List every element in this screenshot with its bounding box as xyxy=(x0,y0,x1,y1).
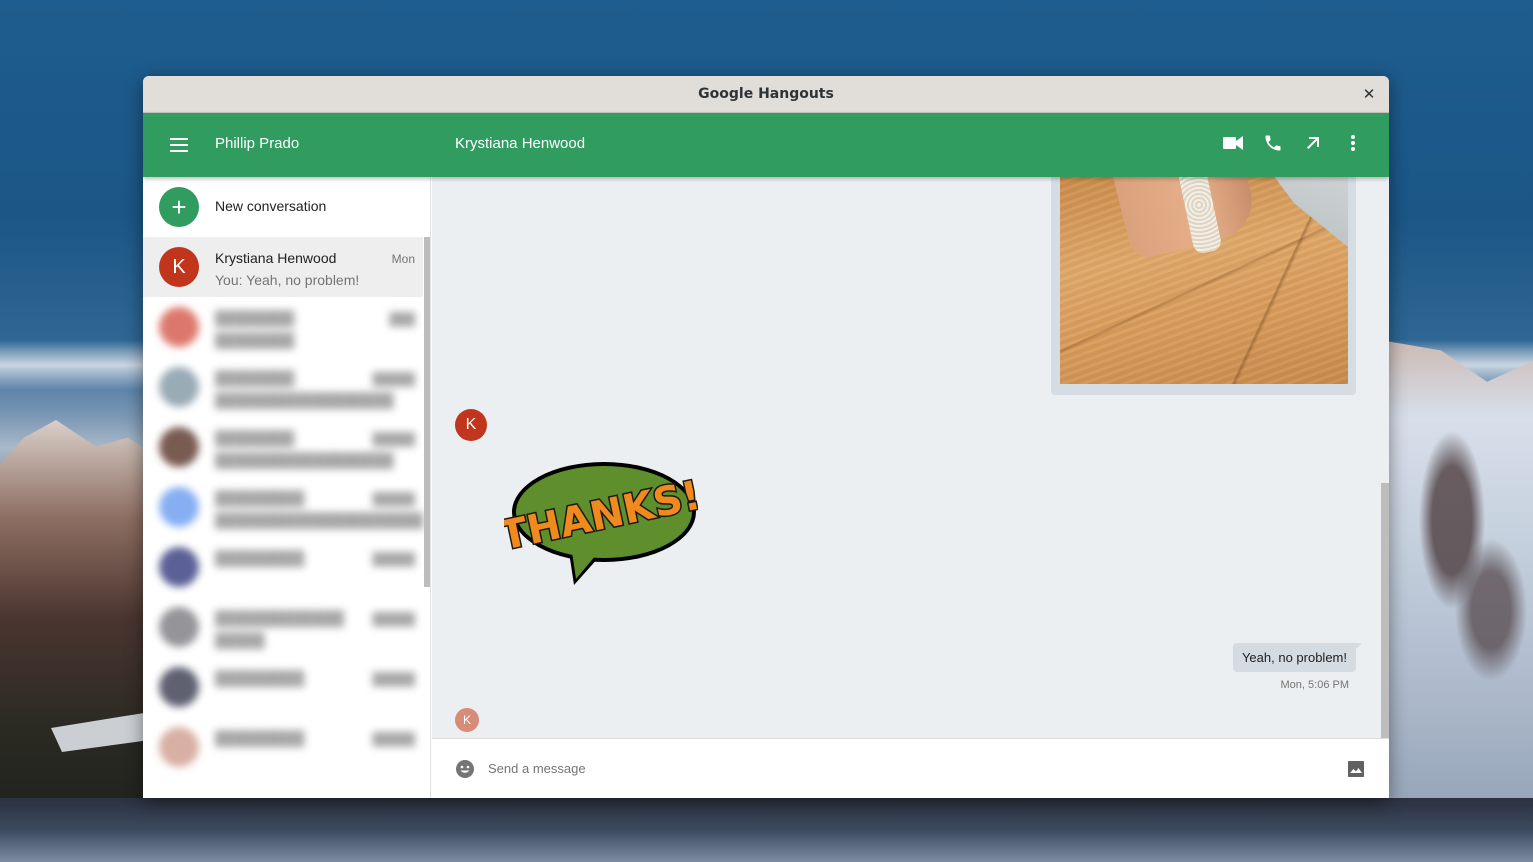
conversation-avatar xyxy=(159,367,199,407)
conversation-item[interactable]: ████████ █████ ██████████████████ xyxy=(143,357,423,417)
conversation-item[interactable]: █████████ █████ █████████████████████ xyxy=(143,477,423,537)
conversation-item[interactable]: █████████ █████ xyxy=(143,537,423,597)
app-bar: Phillip Prado Krystiana Henwood xyxy=(143,113,1389,177)
conversation-actions xyxy=(1221,131,1365,155)
conversation-time: ███ xyxy=(389,312,415,326)
conversation-item[interactable]: █████████████ █████ █████ xyxy=(143,597,423,657)
wallpaper-rocks xyxy=(1400,430,1530,730)
conversation-item[interactable]: ████████ ███ ████████ xyxy=(143,297,423,357)
conversation-preview: ██████████████████ xyxy=(215,392,394,408)
conversation-name: Krystiana Henwood xyxy=(215,250,337,266)
hamburger-menu-icon[interactable] xyxy=(167,133,191,157)
conversation-time: █████ xyxy=(372,732,415,746)
thanks-sticker[interactable]: THANKS! xyxy=(504,457,698,587)
chat-area: K THANKS! Yeah, no problem! Mon, 5:06 PM… xyxy=(432,177,1389,738)
conversation-avatar xyxy=(159,667,199,707)
conversation-time: █████ xyxy=(372,492,415,506)
new-conversation-button[interactable]: + New conversation xyxy=(143,177,430,237)
conversation-time: █████ xyxy=(372,672,415,686)
arrow-up-right-icon[interactable] xyxy=(1301,131,1325,155)
conversation-preview: You: Yeah, no problem! xyxy=(215,272,360,288)
conversation-name: ████████ xyxy=(215,310,295,326)
plus-icon: + xyxy=(159,187,199,227)
current-user-name: Phillip Prado xyxy=(215,135,300,152)
conversation-name: █████████ xyxy=(215,730,305,746)
message-composer xyxy=(432,738,1389,798)
conversation-sidebar: + New conversation K Krystiana Henwood Mon… xyxy=(143,177,431,798)
message-input[interactable] xyxy=(488,753,1308,783)
wallpaper-mountain-left xyxy=(0,420,160,862)
conversation-title: Krystiana Henwood xyxy=(455,135,586,152)
phone-icon[interactable] xyxy=(1261,131,1285,155)
conversation-preview: █████ xyxy=(215,632,265,648)
emoji-smile-icon[interactable] xyxy=(455,759,475,779)
conversation-avatar: K xyxy=(159,247,199,287)
conversation-item[interactable]: █████████ █████ xyxy=(143,717,423,777)
new-conversation-label: New conversation xyxy=(215,198,327,214)
conversation-preview: ████████ xyxy=(215,332,295,348)
conversation-name: ████████ xyxy=(215,370,295,386)
window-titlebar[interactable]: Google Hangouts ✕ xyxy=(143,76,1389,113)
message-timestamp: Mon, 5:06 PM xyxy=(1280,679,1349,691)
contact-avatar[interactable]: K xyxy=(455,409,487,441)
conversation-item[interactable]: ████████ █████ ██████████████████ xyxy=(143,417,423,477)
photo-message[interactable] xyxy=(1051,177,1356,395)
sidebar-scrollbar[interactable] xyxy=(424,237,430,587)
conversation-avatar xyxy=(159,307,199,347)
conversation-name: █████████ xyxy=(215,550,305,566)
conversation-list: K Krystiana Henwood Mon You: Yeah, no probl… xyxy=(143,237,423,777)
outgoing-message-bubble[interactable]: Yeah, no problem! xyxy=(1232,643,1363,672)
shared-photo[interactable] xyxy=(1060,177,1348,384)
video-camera-icon[interactable] xyxy=(1221,131,1245,155)
conversation-name: ████████ xyxy=(215,430,295,446)
conversation-avatar xyxy=(159,727,199,767)
conversation-name: █████████████ xyxy=(215,610,344,626)
conversation-avatar xyxy=(159,607,199,647)
conversation-time: Mon xyxy=(391,252,415,266)
conversation-avatar xyxy=(159,487,199,527)
conversation-item[interactable]: █████████ █████ xyxy=(143,657,423,717)
conversation-name: █████████ xyxy=(215,670,305,686)
conversation-name: █████████ xyxy=(215,490,305,506)
read-receipt-avatar: K xyxy=(455,708,479,732)
chat-scrollbar[interactable] xyxy=(1381,483,1389,738)
photo-floor xyxy=(1267,177,1348,247)
conversation-item[interactable]: K Krystiana Henwood Mon You: Yeah, no probl… xyxy=(143,237,423,297)
conversation-avatar xyxy=(159,547,199,587)
conversation-time: █████ xyxy=(372,432,415,446)
hangouts-window: Google Hangouts ✕ Phillip Prado Krystian… xyxy=(143,76,1389,798)
more-vert-icon[interactable] xyxy=(1341,131,1365,155)
window-title: Google Hangouts xyxy=(698,86,834,102)
wallpaper-foreground xyxy=(0,798,1533,862)
conversation-time: █████ xyxy=(372,552,415,566)
conversation-time: █████ xyxy=(372,612,415,626)
conversation-time: █████ xyxy=(372,372,415,386)
conversation-avatar xyxy=(159,427,199,467)
conversation-preview: █████████████████████ xyxy=(215,512,424,528)
conversation-preview: ██████████████████ xyxy=(215,452,394,468)
close-icon[interactable]: ✕ xyxy=(1361,85,1377,103)
image-icon[interactable] xyxy=(1348,761,1364,777)
